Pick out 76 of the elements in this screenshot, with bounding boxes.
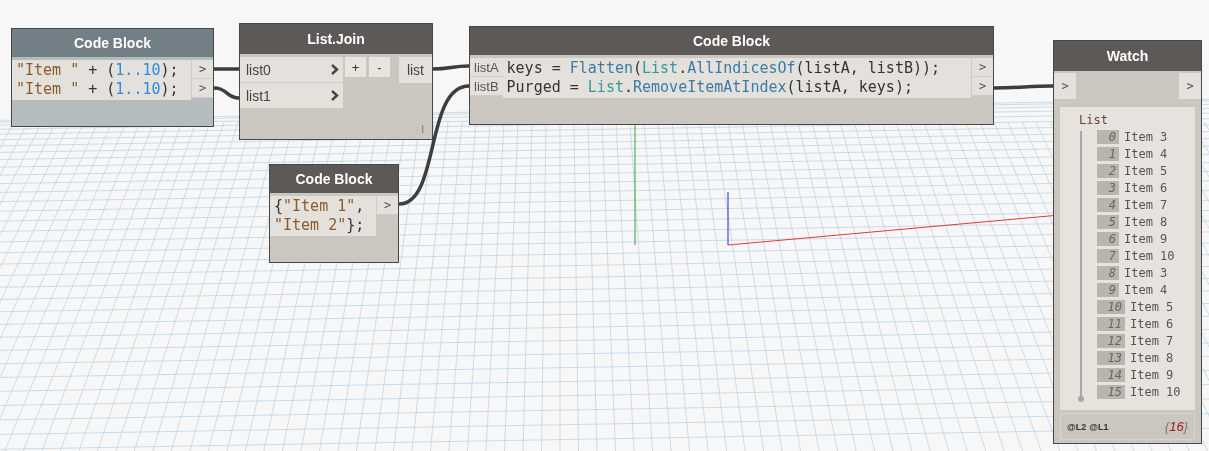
item-value: Item 4 (1124, 146, 1168, 161)
item-index: 11 (1097, 316, 1125, 331)
item-value: Item 4 (1124, 282, 1168, 297)
input-port[interactable]: listA (470, 58, 503, 77)
node-title: List.Join (240, 24, 432, 54)
item-index: 1 (1097, 146, 1119, 161)
output-port[interactable]: list (398, 57, 432, 83)
item-value: Item 7 (1124, 197, 1168, 212)
code-block-node[interactable]: Code Block {"Item 1", "Item 2"}; > (269, 164, 399, 263)
item-index: 3 (1097, 180, 1119, 195)
output-port[interactable]: > (971, 58, 993, 77)
item-value: Item 7 (1130, 333, 1174, 348)
code-line: keys = Flatten(List.AllIndicesOf(listA, listB)); (506, 59, 942, 78)
item-value: Item 5 (1124, 163, 1168, 178)
output-port[interactable]: > (1179, 73, 1201, 99)
port-label: list0 (246, 61, 271, 78)
item-index: 5 (1097, 214, 1119, 229)
output-port[interactable]: > (376, 196, 398, 215)
item-value: Item 3 (1124, 265, 1168, 280)
item-index: 7 (1097, 248, 1119, 263)
level-label: @L1 (1089, 421, 1109, 432)
item-index: 2 (1097, 163, 1119, 178)
watch-node[interactable]: Watch > > List 0 Item 3 1 Item 4 2 Item 5 3 Item 6 4 Item 7 5 Item 8 6 Item 9 7 Item 10 8 Item 3 9 Item 4 10 Item 5 11 Item 6 12 Item 7 13 Item 8 14 Item 9 15 Item 10 @L2 @L1 {16} (1053, 40, 1202, 444)
output-port[interactable]: > (191, 60, 213, 79)
item-value: Item 5 (1130, 299, 1174, 314)
code-block-node[interactable]: Code Block "Item " + (1..10); "Item " + (1..10); > > (11, 28, 214, 127)
input-port[interactable]: list0 (240, 57, 343, 83)
code-block-node[interactable]: Code Block listA listB keys = Flatten(List.AllIndicesOf(listA, listB)); Purged = List.RemoveItemAtIndex(listA, keys); > > (469, 26, 994, 125)
item-value: Item 8 (1124, 214, 1168, 229)
input-port[interactable]: > (1054, 73, 1076, 99)
level-label: @L2 (1067, 421, 1087, 432)
node-title: Code Block (270, 165, 398, 193)
item-index: 13 (1097, 350, 1125, 365)
code-line: "Item 2"}; (274, 216, 366, 235)
code-line: "Item " + (1..10); (16, 80, 180, 99)
list-label: List (1079, 113, 1109, 127)
node-title: Watch (1054, 41, 1201, 71)
item-value: Item 6 (1124, 180, 1168, 195)
item-index: 4 (1097, 197, 1119, 212)
code-line: {"Item 1", (274, 197, 366, 216)
item-index: 9 (1097, 282, 1119, 297)
port-label: list1 (246, 87, 271, 104)
item-count: {16} (1164, 419, 1188, 434)
input-port[interactable]: list1 (240, 83, 343, 109)
chevron-right-icon (331, 90, 339, 101)
chevron-right-icon (331, 64, 339, 75)
output-port[interactable]: > (191, 79, 213, 98)
item-index: 0 (1097, 129, 1119, 144)
item-index: 15 (1097, 384, 1125, 399)
node-title: Code Block (12, 29, 213, 57)
wire (432, 64, 470, 71)
node-title: Code Block (470, 27, 993, 55)
lacing-indicator: l (421, 123, 424, 135)
item-value: Item 9 (1130, 367, 1174, 382)
item-value: Item 10 (1124, 248, 1175, 263)
wire (994, 84, 1053, 90)
remove-input-button[interactable]: - (369, 57, 390, 77)
item-index: 6 (1097, 231, 1119, 246)
output-port[interactable]: > (971, 77, 993, 96)
item-value: Item 6 (1130, 316, 1174, 331)
item-value: Item 8 (1130, 350, 1174, 365)
wire (214, 67, 239, 71)
item-value: Item 3 (1124, 129, 1168, 144)
input-port[interactable]: listB (470, 77, 503, 96)
item-index: 8 (1097, 265, 1119, 280)
list-join-node[interactable]: List.Join list0 list1 + - list l (239, 23, 433, 140)
item-index: 12 (1097, 333, 1125, 348)
wire (213, 86, 240, 100)
add-input-button[interactable]: + (345, 57, 366, 77)
code-line: Purged = List.RemoveItemAtIndex(listA, keys); (506, 78, 914, 97)
item-index: 14 (1097, 367, 1125, 382)
item-value: Item 10 (1130, 384, 1181, 399)
tree-line-icon (1078, 131, 1084, 403)
code-line: "Item " + (1..10); (16, 61, 180, 80)
item-index: 10 (1097, 299, 1125, 314)
item-value: Item 9 (1124, 231, 1168, 246)
